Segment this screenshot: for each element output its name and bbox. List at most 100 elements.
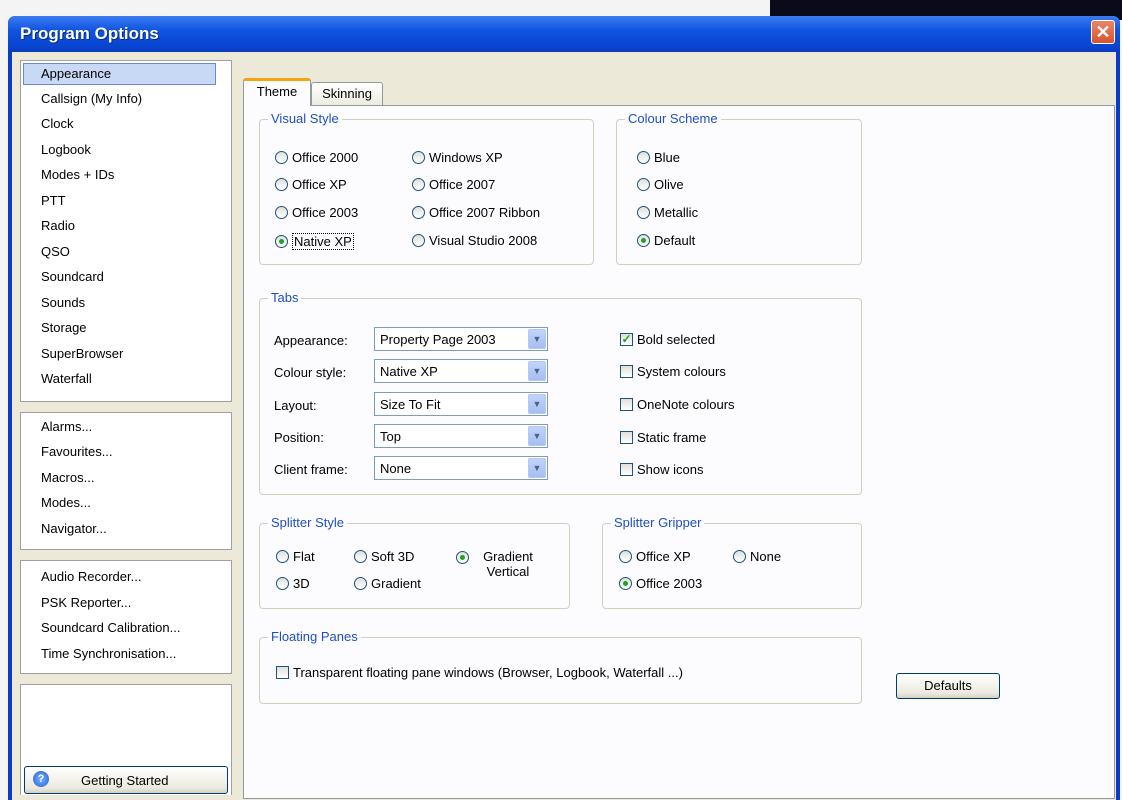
visual-style-group: Visual Style Office 2000 Office XP Offic… (259, 111, 594, 265)
colour-scheme-group: Colour Scheme Blue Olive Metallic Defaul… (616, 111, 862, 265)
radio-windows-xp[interactable]: Windows XP (412, 150, 503, 165)
appearance-select[interactable]: Property Page 2003 ▼ (374, 327, 548, 351)
radio-indicator (412, 206, 425, 219)
window-title: Program Options (20, 24, 159, 43)
layout-select[interactable]: Size To Fit ▼ (374, 392, 548, 416)
client-frame-select[interactable]: None ▼ (374, 456, 548, 480)
sidebar-item-soundcard[interactable]: Soundcard (41, 269, 104, 284)
colour-style-label: Colour style: (274, 365, 347, 380)
checkbox-box (620, 365, 633, 378)
sidebar-item-ptt[interactable]: PTT (41, 193, 66, 208)
radio-native-xp[interactable]: Native XP (275, 233, 354, 250)
sidebar-item-superbrowser[interactable]: SuperBrowser (41, 346, 123, 361)
radio-indicator (412, 178, 425, 191)
getting-started-button[interactable]: ? Getting Started (24, 766, 228, 794)
radio-gripper-office-2003[interactable]: Office 2003 (619, 576, 702, 591)
radio-indicator (276, 577, 289, 590)
splitter-style-legend: Splitter Style (268, 515, 347, 530)
floating-panes-group: Floating Panes Transparent floating pane… (259, 629, 862, 704)
radio-office-2007[interactable]: Office 2007 (412, 177, 495, 192)
position-select[interactable]: Top ▼ (374, 424, 548, 448)
sidebar-item-sounds[interactable]: Sounds (41, 295, 85, 310)
visual-style-legend: Visual Style (268, 111, 342, 126)
sidebar-item-psk-reporter[interactable]: PSK Reporter... (41, 595, 131, 610)
client-frame-label: Client frame: (274, 462, 348, 477)
sidebar-item-modes[interactable]: Modes... (41, 495, 91, 510)
radio-indicator (354, 577, 367, 590)
radio-flat[interactable]: Flat (276, 549, 315, 564)
sidebar-tools-panel: Alarms... Favourites... Macros... Modes.… (20, 412, 232, 550)
radio-indicator-selected (275, 235, 288, 248)
getting-started-label: Getting Started (81, 773, 169, 788)
tabs-group: Tabs Appearance: Property Page 2003 ▼ Co… (259, 290, 862, 495)
sidebar-item-waterfall[interactable]: Waterfall (41, 371, 92, 386)
show-icons-checkbox[interactable]: Show icons (620, 462, 703, 477)
chevron-down-icon: ▼ (528, 394, 546, 414)
radio-visual-studio-2008[interactable]: Visual Studio 2008 (412, 233, 537, 248)
sidebar-item-callsign[interactable]: Callsign (My Info) (41, 91, 142, 106)
radio-office-2000[interactable]: Office 2000 (275, 150, 358, 165)
sidebar-item-appearance[interactable]: Appearance (41, 66, 111, 81)
onenote-colours-checkbox[interactable]: OneNote colours (620, 397, 735, 412)
radio-metallic[interactable]: Metallic (637, 205, 698, 220)
sidebar-item-alarms[interactable]: Alarms... (41, 419, 92, 434)
sidebar-settings-panel: Appearance Callsign (My Info) Clock Logb… (20, 60, 232, 402)
sidebar-item-radio[interactable]: Radio (41, 218, 75, 233)
chevron-down-icon: ▼ (528, 329, 546, 349)
radio-office-xp[interactable]: Office XP (275, 177, 347, 192)
radio-indicator (276, 550, 289, 563)
radio-indicator-selected (619, 577, 632, 590)
sidebar-item-navigator[interactable]: Navigator... (41, 521, 107, 536)
sidebar-item-clock[interactable]: Clock (41, 116, 74, 131)
splitter-gripper-group: Splitter Gripper Office XP Office 2003 N… (602, 515, 862, 609)
system-colours-checkbox[interactable]: System colours (620, 364, 726, 379)
radio-olive[interactable]: Olive (637, 177, 684, 192)
radio-indicator (637, 178, 650, 191)
static-frame-checkbox[interactable]: Static frame (620, 430, 706, 445)
bold-selected-checkbox[interactable]: ✓ Bold selected (620, 332, 715, 347)
sidebar-item-audio-recorder[interactable]: Audio Recorder... (41, 569, 141, 584)
tab-theme[interactable]: Theme (243, 78, 311, 106)
radio-soft-3d[interactable]: Soft 3D (354, 549, 414, 564)
close-button[interactable]: ✕ (1091, 20, 1115, 44)
floating-panes-legend: Floating Panes (268, 629, 361, 644)
title-bar[interactable]: Program Options ✕ (8, 16, 1120, 52)
sidebar-item-qso[interactable]: QSO (41, 244, 70, 259)
sidebar-item-time-synchronisation[interactable]: Time Synchronisation... (41, 646, 176, 661)
chevron-down-icon: ▼ (528, 458, 546, 478)
checkbox-box (620, 463, 633, 476)
colour-style-select[interactable]: Native XP ▼ (374, 359, 548, 383)
position-label: Position: (274, 430, 324, 445)
program-options-window: Program Options ✕ Appearance Callsign (M… (8, 16, 1120, 800)
radio-indicator (412, 151, 425, 164)
checkbox-box (620, 431, 633, 444)
transparent-floating-panes-checkbox[interactable]: Transparent floating pane windows (Brows… (276, 665, 683, 680)
radio-gripper-none[interactable]: None (733, 549, 781, 564)
dialog-client-area: Appearance Callsign (My Info) Clock Logb… (12, 52, 1116, 800)
sidebar-item-macros[interactable]: Macros... (41, 470, 94, 485)
sidebar-item-soundcard-calibration[interactable]: Soundcard Calibration... (41, 620, 180, 635)
radio-default[interactable]: Default (637, 233, 695, 248)
radio-gradient[interactable]: Gradient (354, 576, 421, 591)
radio-3d[interactable]: 3D (276, 576, 310, 591)
radio-blue[interactable]: Blue (637, 150, 680, 165)
radio-indicator (275, 178, 288, 191)
help-icon: ? (33, 771, 49, 787)
checkmark-icon: ✓ (620, 332, 633, 346)
sidebar-item-favourites[interactable]: Favourites... (41, 444, 113, 459)
radio-indicator (275, 206, 288, 219)
radio-indicator-selected (637, 234, 650, 247)
defaults-button[interactable]: Defaults (896, 673, 1000, 699)
sidebar-item-storage[interactable]: Storage (41, 320, 87, 335)
radio-office-2003[interactable]: Office 2003 (275, 205, 358, 220)
radio-gripper-office-xp[interactable]: Office XP (619, 549, 691, 564)
appearance-label: Appearance: (274, 333, 348, 348)
sidebar-item-logbook[interactable]: Logbook (41, 142, 91, 157)
radio-indicator (275, 151, 288, 164)
radio-office-2007-ribbon[interactable]: Office 2007 Ribbon (412, 205, 540, 220)
checkbox-box (620, 398, 633, 411)
tab-skinning[interactable]: Skinning (311, 82, 383, 106)
chevron-down-icon: ▼ (528, 426, 546, 446)
radio-gradient-vertical[interactable]: Gradient Vertical (456, 549, 543, 579)
sidebar-item-modes-ids[interactable]: Modes + IDs (41, 167, 114, 182)
